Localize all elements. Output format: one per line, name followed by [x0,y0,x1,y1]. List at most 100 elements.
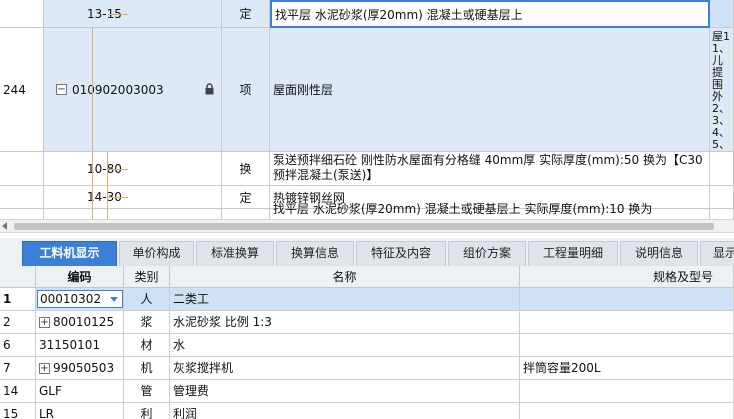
tab-pricing-scheme[interactable]: 组价方案 [448,241,526,266]
code-cell[interactable]: LR [36,403,124,419]
tree-line [108,197,128,198]
spec-cell[interactable] [520,380,734,403]
code-text: 010902003003 [72,82,164,97]
name-cell[interactable]: 泵送预拌细石砼 刚性防水屋面有分格缝 40mm厚 实际厚度(mm):50 换为【… [270,152,710,186]
tab-material-machine[interactable]: 工料机显示 [22,241,117,266]
feature-line: 儿提 [712,54,723,79]
code-editor-input[interactable]: 00010302 [37,290,123,308]
name-cell[interactable]: 灰浆搅拌机 [170,357,520,380]
row-number-cell [0,209,44,219]
category-cell: 利 [124,403,170,419]
row-number: 7 [0,357,36,380]
feature-line: 5、 [712,138,730,151]
tree-bracket [92,209,93,219]
header-name[interactable]: 名称 [170,266,520,288]
type-cell: 定 [222,0,270,28]
name-cell[interactable]: 水泥砂浆 比例 1:3 [170,311,520,334]
name-cell[interactable]: 屋面刚性层 [270,28,710,152]
type-cell: 定 [222,186,270,209]
category-cell: 机 [124,357,170,380]
expand-toggle[interactable]: + [39,317,50,328]
upper-grid: 13-15 定 找平层 水泥砂浆(厚20mm) 混凝土或硬基层上 244 − 0… [0,0,734,219]
tree-bracket [92,186,93,208]
header-category[interactable]: 类别 [124,266,170,288]
type-cell: 换 [222,152,270,186]
scroll-left-arrow-icon[interactable] [2,222,7,230]
spec-cell[interactable] [520,334,734,357]
name-cell[interactable]: 管理费 [170,380,520,403]
name-cell[interactable]: 利润 [170,403,520,419]
row-number: 6 [0,334,36,357]
tree-line [107,209,108,219]
grid-header: 编码 类别 名称 规格及型号 [0,266,734,288]
table-row[interactable]: 14 GLF 管 管理费 [0,380,734,403]
tree-line [108,169,128,170]
tree-bracket [92,152,93,185]
row-number: 15 [0,403,36,419]
dropdown-arrow-icon[interactable] [110,297,118,302]
tree-bracket [92,28,93,151]
tab-display[interactable]: 显示 [700,241,734,266]
table-row[interactable]: 10-80 换 泵送预拌细石砼 刚性防水屋面有分格缝 40mm厚 实际厚度(mm… [0,152,734,186]
category-cell: 管 [124,380,170,403]
header-spec[interactable]: 规格及型号 [520,266,734,288]
code-cell[interactable]: 31150101 [36,334,124,357]
extra-cell [710,0,734,28]
name-cell[interactable]: 二类工 [170,288,520,311]
table-row[interactable]: 7 +99050503 机 灰浆搅拌机 拌筒容量200L [0,357,734,380]
header-code[interactable]: 编码 [36,266,124,288]
code-cell[interactable]: 13-15 [44,0,222,28]
spec-cell[interactable] [520,311,734,334]
code-cell[interactable]: − 010902003003 [44,28,222,152]
tab-standard-conversion[interactable]: 标准换算 [196,241,274,266]
table-row[interactable]: 1 00010302 人 二类工 [0,288,734,311]
row-number: 14 [0,380,36,403]
feature-cell: 屋1 1、 儿提 围外 2、 3、 4、 5、 [710,28,734,152]
tab-unit-price[interactable]: 单价构成 [119,241,194,266]
tab-conversion-info[interactable]: 换算信息 [276,241,354,266]
table-row[interactable]: 244 − 010902003003 项 屋面刚性层 屋1 1、 儿提 围外 2… [0,28,734,152]
code-cell[interactable]: +80010125 [36,311,124,334]
row-number: 2 [0,311,36,334]
spec-cell[interactable]: 拌筒容量200L [520,357,734,380]
code-cell[interactable]: GLF [36,380,124,403]
name-cell[interactable]: 找平层 水泥砂浆(厚20mm) 混凝土或硬基层上 [270,0,710,28]
code-cell[interactable]: 14-30 [44,186,222,209]
row-number-cell [0,152,44,186]
table-row[interactable]: 找平层 水泥砂浆(厚20mm) 混凝土或硬基层上 实际厚度(mm):10 换为 [0,202,734,219]
row-number-cell [0,0,44,28]
header-row-number [0,266,36,288]
expand-toggle[interactable]: + [39,363,50,374]
code-cell[interactable] [44,209,222,219]
tab-features-content[interactable]: 特征及内容 [356,241,446,266]
table-row[interactable]: 2 +80010125 浆 水泥砂浆 比例 1:3 [0,311,734,334]
extra-cell [710,152,734,186]
row-number-cell: 244 [0,28,44,152]
code-cell[interactable]: +99050503 [36,357,124,380]
code-text: 80010125 [53,315,115,329]
row-number-cell [0,186,44,209]
code-cell[interactable]: 10-80 [44,152,222,186]
extra-cell [710,186,734,209]
table-row[interactable]: 13-15 定 找平层 水泥砂浆(厚20mm) 混凝土或硬基层上 [0,0,734,28]
extra-cell [710,209,734,219]
code-cell[interactable]: 00010302 [36,288,124,311]
tab-description[interactable]: 说明信息 [620,241,698,266]
feature-line: 围外 [712,78,723,103]
spec-cell[interactable] [520,403,734,419]
type-cell [222,209,270,219]
spec-cell[interactable] [520,288,734,311]
code-editor-value: 00010302 [40,292,102,306]
tab-quantity-detail[interactable]: 工程量明细 [528,241,618,266]
name-cell[interactable]: 找平层 水泥砂浆(厚20mm) 混凝土或硬基层上 实际厚度(mm):10 换为 [270,202,710,219]
name-cell[interactable]: 水 [170,334,520,357]
category-cell: 材 [124,334,170,357]
table-row[interactable]: 6 31150101 材 水 [0,334,734,357]
row-number: 1 [0,288,36,311]
collapse-toggle[interactable]: − [56,84,67,95]
scrollbar-thumb[interactable] [14,223,714,230]
detail-tab-bar: 工料机显示 单价构成 标准换算 换算信息 特征及内容 组价方案 工程量明细 说明… [0,238,734,266]
code-text: 99050503 [53,361,115,375]
table-row[interactable]: 15 LR 利 利润 [0,403,734,419]
horizontal-scrollbar[interactable] [0,219,734,233]
